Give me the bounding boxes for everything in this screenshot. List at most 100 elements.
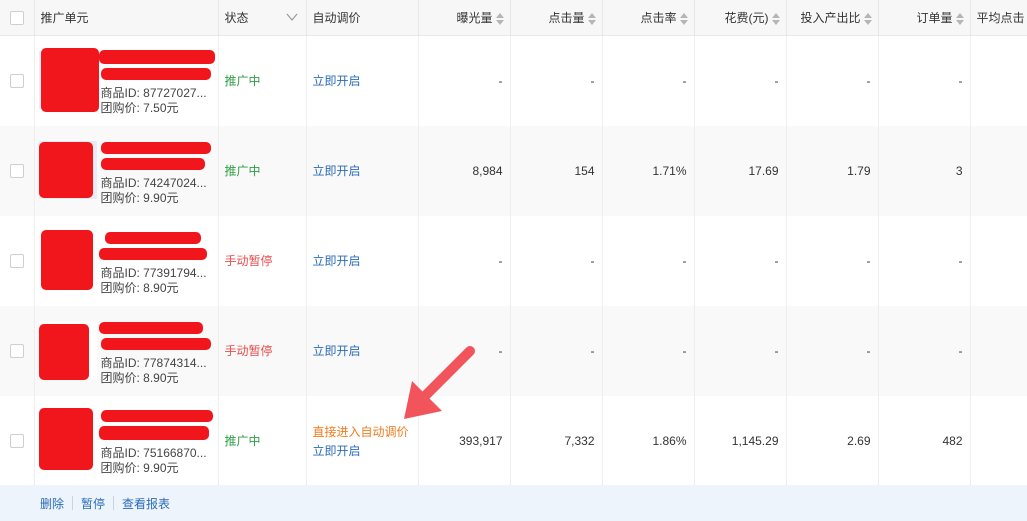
auto-bid-cell: 立即开启 xyxy=(306,125,419,216)
row-select-cell xyxy=(0,125,35,216)
avg-cpc-cell xyxy=(970,305,1027,396)
orders-cell: - xyxy=(878,305,971,396)
status-cell: 手动暂停 xyxy=(218,305,307,396)
row-checkbox[interactable] xyxy=(9,73,24,88)
redaction-mark xyxy=(104,231,201,244)
table-row: 商品ID: 77874314... 团购价: 8.90元 手动暂停 立即开启 -… xyxy=(0,305,1027,396)
row-select-cell xyxy=(0,395,35,486)
product-id: 商品ID: 77391794... xyxy=(100,265,207,280)
cost-cell: - xyxy=(694,35,787,126)
pause-button[interactable]: 暂停 xyxy=(81,495,105,512)
col-ctr[interactable]: 点击率 xyxy=(602,0,695,36)
avg-cpc-cell xyxy=(970,395,1027,486)
row-checkbox[interactable] xyxy=(9,253,24,268)
redaction-mark xyxy=(98,49,215,64)
col-ctr-label: 点击率 xyxy=(640,10,677,25)
product-id: 商品ID: 77874314... xyxy=(100,355,207,370)
select-all-checkbox[interactable] xyxy=(9,10,24,25)
status-label: 手动暂停 xyxy=(224,344,273,358)
col-clicks[interactable]: 点击量 xyxy=(510,0,603,36)
auto-bid-hint[interactable]: 直接进入自动调价 xyxy=(313,423,418,440)
col-impressions[interactable]: 曝光量 xyxy=(418,0,511,36)
redaction-mark xyxy=(40,47,99,112)
avg-cpc-cell xyxy=(970,215,1027,306)
row-checkbox[interactable] xyxy=(9,343,24,358)
enable-auto-bid-link[interactable]: 立即开启 xyxy=(313,254,361,268)
auto-bid-cell: 立即开启 xyxy=(306,305,419,396)
row-checkbox[interactable] xyxy=(9,163,24,178)
col-avg-cpc-label: 平均点击 xyxy=(976,10,1025,25)
orders-cell: 3 xyxy=(878,125,971,216)
view-report-button[interactable]: 查看报表 xyxy=(122,495,170,512)
sort-icon[interactable] xyxy=(863,12,872,25)
status-cell: 推广中 xyxy=(218,395,307,486)
redaction-mark xyxy=(38,141,93,198)
impressions-cell: - xyxy=(418,305,511,396)
auto-bid-cell: 立即开启 xyxy=(306,215,419,306)
product-id: 商品ID: 74247024... xyxy=(100,175,207,190)
row-select-cell xyxy=(0,305,35,396)
ctr-cell: - xyxy=(602,305,695,396)
impressions-cell: 8,984 xyxy=(418,125,511,216)
enable-auto-bid-link[interactable]: 立即开启 xyxy=(313,444,361,458)
col-avg-cpc[interactable]: 平均点击 xyxy=(970,0,1027,36)
enable-auto-bid-link[interactable]: 立即开启 xyxy=(313,164,361,178)
clicks-cell: 154 xyxy=(510,125,603,216)
roi-cell: - xyxy=(786,215,879,306)
enable-auto-bid-link[interactable]: 立即开启 xyxy=(313,74,361,88)
row-checkbox[interactable] xyxy=(9,433,24,448)
clicks-cell: - xyxy=(510,305,603,396)
ctr-cell: 1.71% xyxy=(602,125,695,216)
select-all-cell xyxy=(0,0,35,36)
redaction-mark xyxy=(98,247,207,260)
auto-bid-cell: 立即开启 xyxy=(306,35,419,126)
sort-icon[interactable] xyxy=(679,12,688,25)
col-roi-label: 投入产出比 xyxy=(800,10,861,25)
col-orders[interactable]: 订单量 xyxy=(878,0,971,36)
table-row: 商品ID: 77391794... 团购价: 8.90元 手动暂停 立即开启 -… xyxy=(0,215,1027,306)
redaction-mark xyxy=(100,157,205,170)
table-row: 商品ID: 87727027... 团购价: 7.50元 推广中 立即开启 - … xyxy=(0,35,1027,126)
redaction-mark xyxy=(38,407,93,470)
status-label: 手动暂停 xyxy=(224,254,273,268)
table-header: 推广单元 状态 自动调价 曝光量 点击量 点击率 花费(元) 投入产出比 订单量… xyxy=(0,0,1027,36)
enable-auto-bid-link[interactable]: 立即开启 xyxy=(313,344,361,358)
col-roi[interactable]: 投入产出比 xyxy=(786,0,879,36)
col-impressions-label: 曝光量 xyxy=(456,10,493,25)
sort-icon[interactable] xyxy=(955,12,964,25)
sort-icon[interactable] xyxy=(495,12,504,25)
col-status[interactable]: 状态 xyxy=(218,0,307,36)
delete-button[interactable]: 删除 xyxy=(40,495,64,512)
ctr-cell: - xyxy=(602,35,695,126)
batch-action-bar: 删除 暂停 查看报表 xyxy=(0,485,1027,521)
col-unit: 推广单元 xyxy=(34,0,219,36)
group-price: 团购价: 8.90元 xyxy=(100,280,179,295)
divider xyxy=(72,496,74,510)
unit-cell: 商品ID: 77874314... 团购价: 8.90元 xyxy=(34,305,219,396)
orders-cell: - xyxy=(878,215,971,306)
orders-cell: 482 xyxy=(878,395,971,486)
table-row: 商品ID: 75166870... 团购价: 9.90元 推广中 直接进入自动调… xyxy=(0,395,1027,486)
status-label: 推广中 xyxy=(224,74,261,88)
col-cost[interactable]: 花费(元) xyxy=(694,0,787,36)
unit-cell: 商品ID: 87727027... 团购价: 7.50元 xyxy=(34,35,219,126)
sort-icon[interactable] xyxy=(587,12,596,25)
col-clicks-label: 点击量 xyxy=(548,10,585,25)
col-auto-bid: 自动调价 xyxy=(306,0,419,36)
redaction-mark xyxy=(100,67,211,80)
chevron-down-icon[interactable] xyxy=(286,12,298,22)
avg-cpc-cell xyxy=(970,35,1027,126)
sort-icon[interactable] xyxy=(771,12,780,25)
cost-cell: - xyxy=(694,305,787,396)
redaction-mark xyxy=(100,141,211,154)
table-row: 商品ID: 74247024... 团购价: 9.90元 推广中 立即开启 8,… xyxy=(0,125,1027,216)
col-unit-label: 推广单元 xyxy=(40,10,89,25)
redaction-mark xyxy=(100,337,211,350)
redaction-mark xyxy=(98,321,203,334)
cost-cell: 1,145.29 xyxy=(694,395,787,486)
col-auto-bid-label: 自动调价 xyxy=(312,10,361,25)
cost-cell: - xyxy=(694,215,787,306)
group-price: 团购价: 8.90元 xyxy=(100,370,179,385)
roi-cell: 1.79 xyxy=(786,125,879,216)
impressions-cell: - xyxy=(418,35,511,126)
